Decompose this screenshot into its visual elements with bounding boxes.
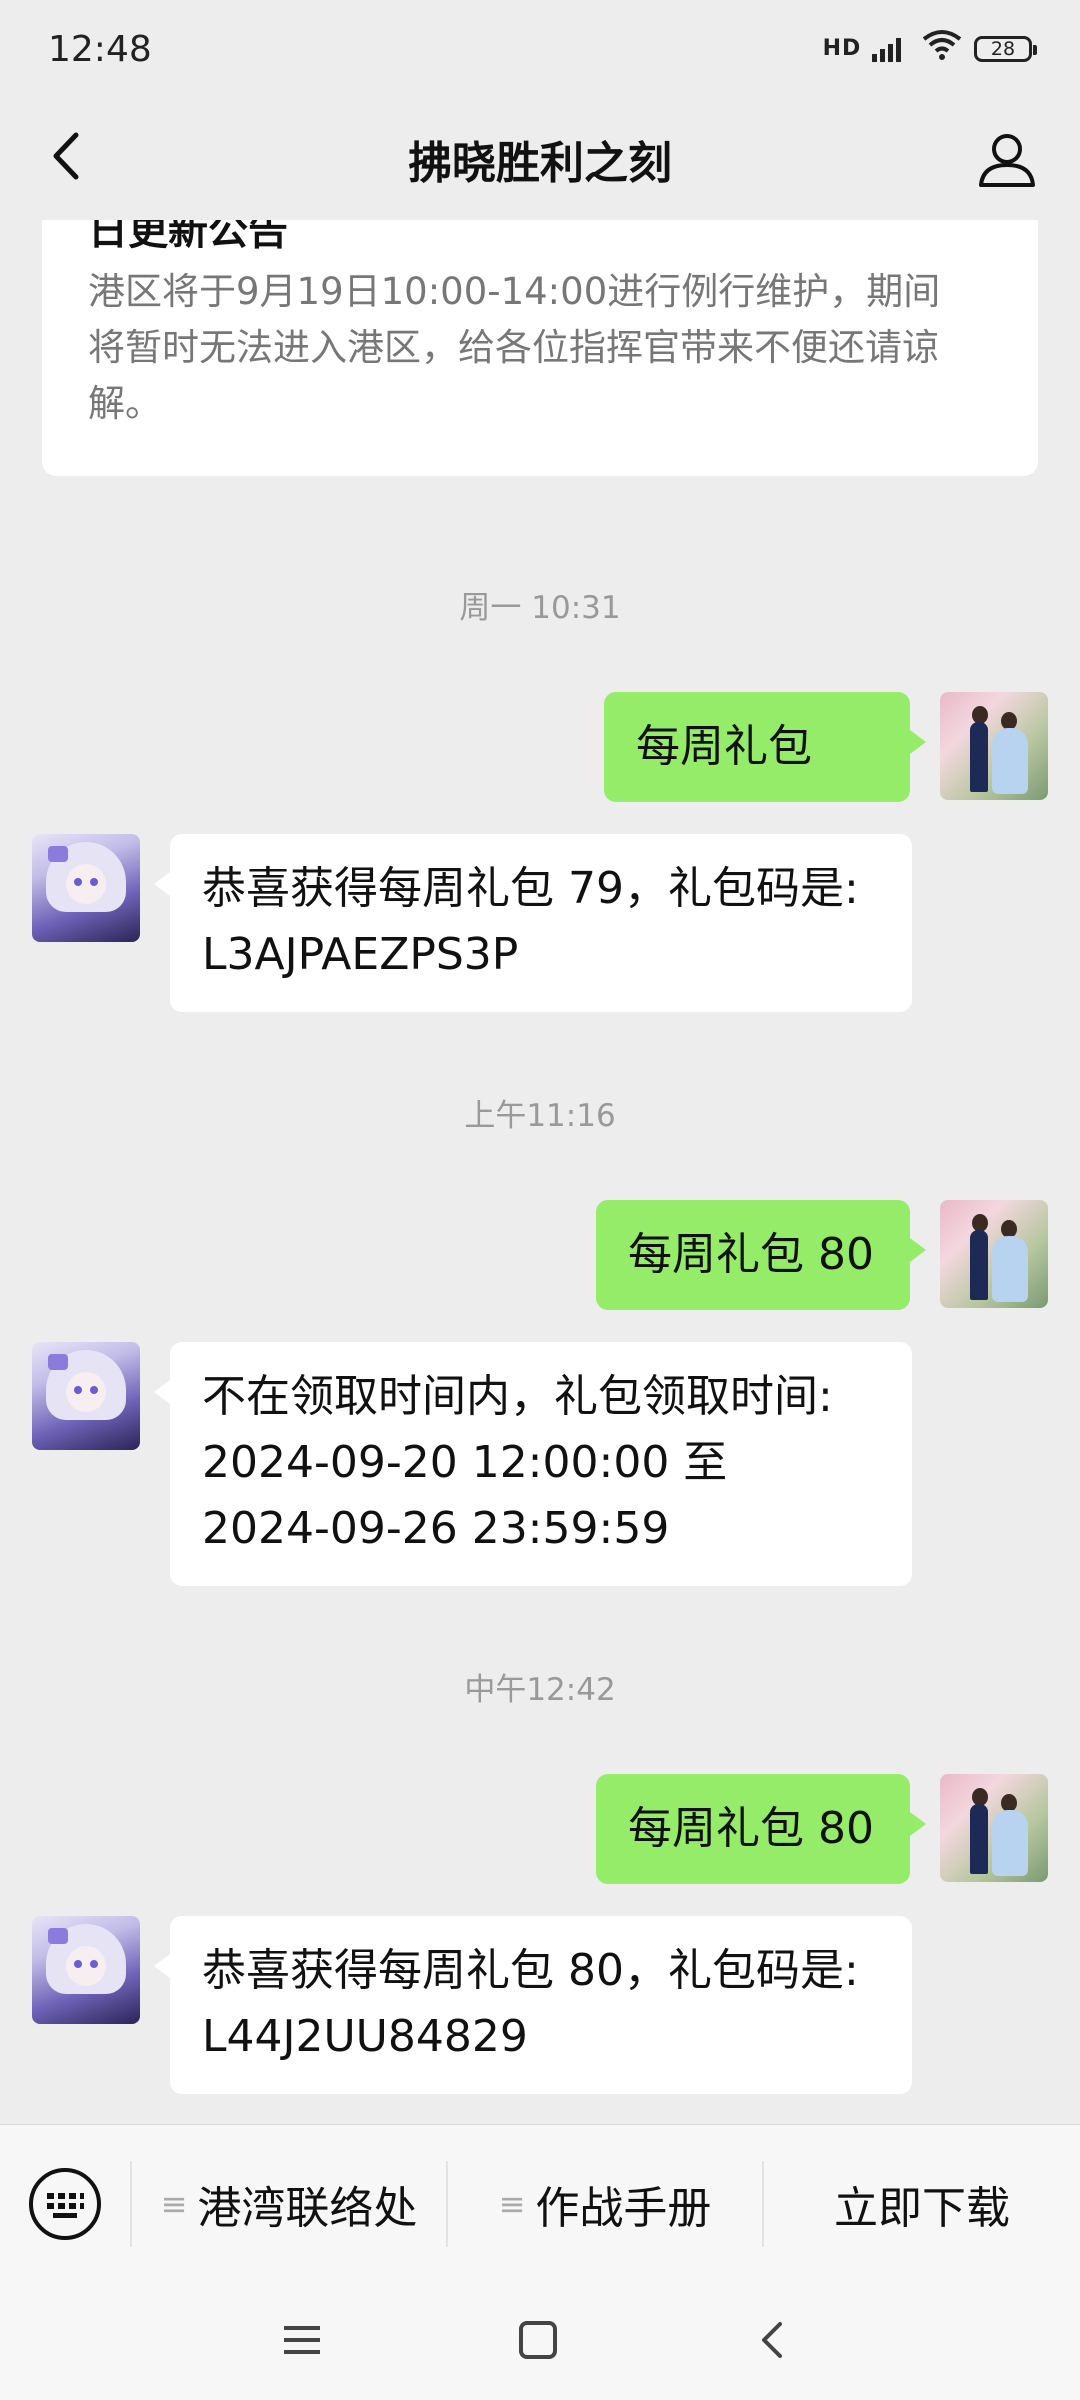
submenu-icon: ≡	[498, 2184, 526, 2223]
status-bar: 12:48 HD 28	[0, 0, 1080, 98]
message-timestamp: 上午11:16	[464, 1098, 616, 1134]
received-bubble[interactable]: 恭喜获得每周礼包 80，礼包码是: L44J2UU84829	[154, 1916, 912, 2094]
battery-icon: 28	[974, 36, 1037, 62]
chat-title: 拂晓胜利之刻	[408, 138, 672, 189]
message-timestamp: 中午12:42	[464, 1672, 616, 1708]
submenu-icon: ≡	[160, 2184, 188, 2223]
message-line: 恭喜获得每周礼包 80，礼包码是:	[202, 1945, 859, 1996]
received-bubble[interactable]: 恭喜获得每周礼包 79，礼包码是: L3AJPAEZPS3P	[154, 834, 912, 1012]
recent-apps-button[interactable]	[272, 2310, 332, 2370]
announcement-card[interactable]: 日更新公告 港区将于9月19日10:00-14:00进行例行维护，期间 将暂时无…	[42, 220, 1038, 476]
keyboard-toggle-button[interactable]	[0, 2125, 130, 2283]
keyboard-icon	[29, 2167, 101, 2240]
message-line: 2024-09-26 23:59:59	[202, 1503, 670, 1554]
announcement-line: 港区将于9月19日10:00-14:00进行例行维护，期间	[88, 270, 941, 313]
sent-bubble[interactable]: 每周礼包 79	[604, 692, 926, 882]
chevron-left-icon	[53, 132, 79, 180]
system-navigation-bar	[0, 2282, 1080, 2400]
home-icon	[519, 2321, 557, 2359]
message-line: L44J2UU84829	[202, 2011, 528, 2062]
announcement-body: 港区将于9月19日10:00-14:00进行例行维护，期间 将暂时无法进入港区，…	[88, 264, 992, 432]
bot-avatar[interactable]	[32, 834, 140, 942]
official-account-menu: ≡ 港湾联络处 ≡ 作战手册 立即下载	[0, 2124, 1080, 2282]
message-line: 2024-09-20 12:00:00 至	[202, 1437, 728, 1488]
back-icon	[762, 2322, 782, 2358]
person-icon	[979, 134, 1035, 187]
menu-item-label: 作战手册	[535, 2182, 712, 2234]
battery-level: 28	[990, 38, 1016, 60]
received-bubble[interactable]: 不在领取时间内，礼包领取时间: 2024-09-20 12:00:00 至 20…	[154, 1342, 912, 1586]
home-button[interactable]	[508, 2310, 568, 2370]
message-line: 不在领取时间内，礼包领取时间:	[202, 1371, 833, 1422]
chat-header: 拂晓胜利之刻	[0, 98, 1080, 220]
menu-item-label: 立即下载	[834, 2182, 1010, 2234]
bot-avatar[interactable]	[32, 1916, 140, 2024]
wifi-icon	[922, 29, 962, 70]
menu-item-harbor-contact[interactable]: ≡ 港湾联络处	[130, 2160, 446, 2247]
signal-icon: HD	[823, 34, 910, 64]
back-button[interactable]	[36, 126, 96, 186]
message-line: 恭喜获得每周礼包 79，礼包码是:	[202, 863, 859, 914]
hd-label: HD	[822, 36, 862, 61]
my-avatar[interactable]	[940, 692, 1048, 800]
sent-bubble[interactable]: 每周礼包 80	[596, 1200, 926, 1310]
my-avatar[interactable]	[940, 1200, 1048, 1308]
menu-item-download-now[interactable]: 立即下载	[762, 2160, 1080, 2247]
system-back-button[interactable]	[742, 2310, 802, 2370]
message-list[interactable]: 日更新公告 港区将于9月19日10:00-14:00进行例行维护，期间 将暂时无…	[0, 220, 1080, 2124]
status-icons: HD 28	[823, 29, 1037, 70]
announcement-title: 日更新公告	[88, 220, 288, 254]
announcement-line: 解。	[88, 382, 162, 425]
chat-info-button[interactable]	[974, 126, 1040, 192]
message-line: L3AJPAEZPS3P	[202, 929, 519, 980]
announcement-line: 将暂时无法进入港区，给各位指挥官带来不便还请谅	[88, 326, 939, 369]
menu-item-label: 港湾联络处	[197, 2182, 418, 2234]
message-timestamp: 周一 10:31	[459, 590, 621, 626]
menu-icon	[284, 2326, 320, 2354]
sent-bubble[interactable]: 每周礼包 80	[596, 1774, 926, 1884]
my-avatar[interactable]	[940, 1774, 1048, 1882]
bot-avatar[interactable]	[32, 1342, 140, 1450]
menu-item-battle-manual[interactable]: ≡ 作战手册	[446, 2160, 762, 2247]
status-time: 12:48	[48, 28, 152, 70]
